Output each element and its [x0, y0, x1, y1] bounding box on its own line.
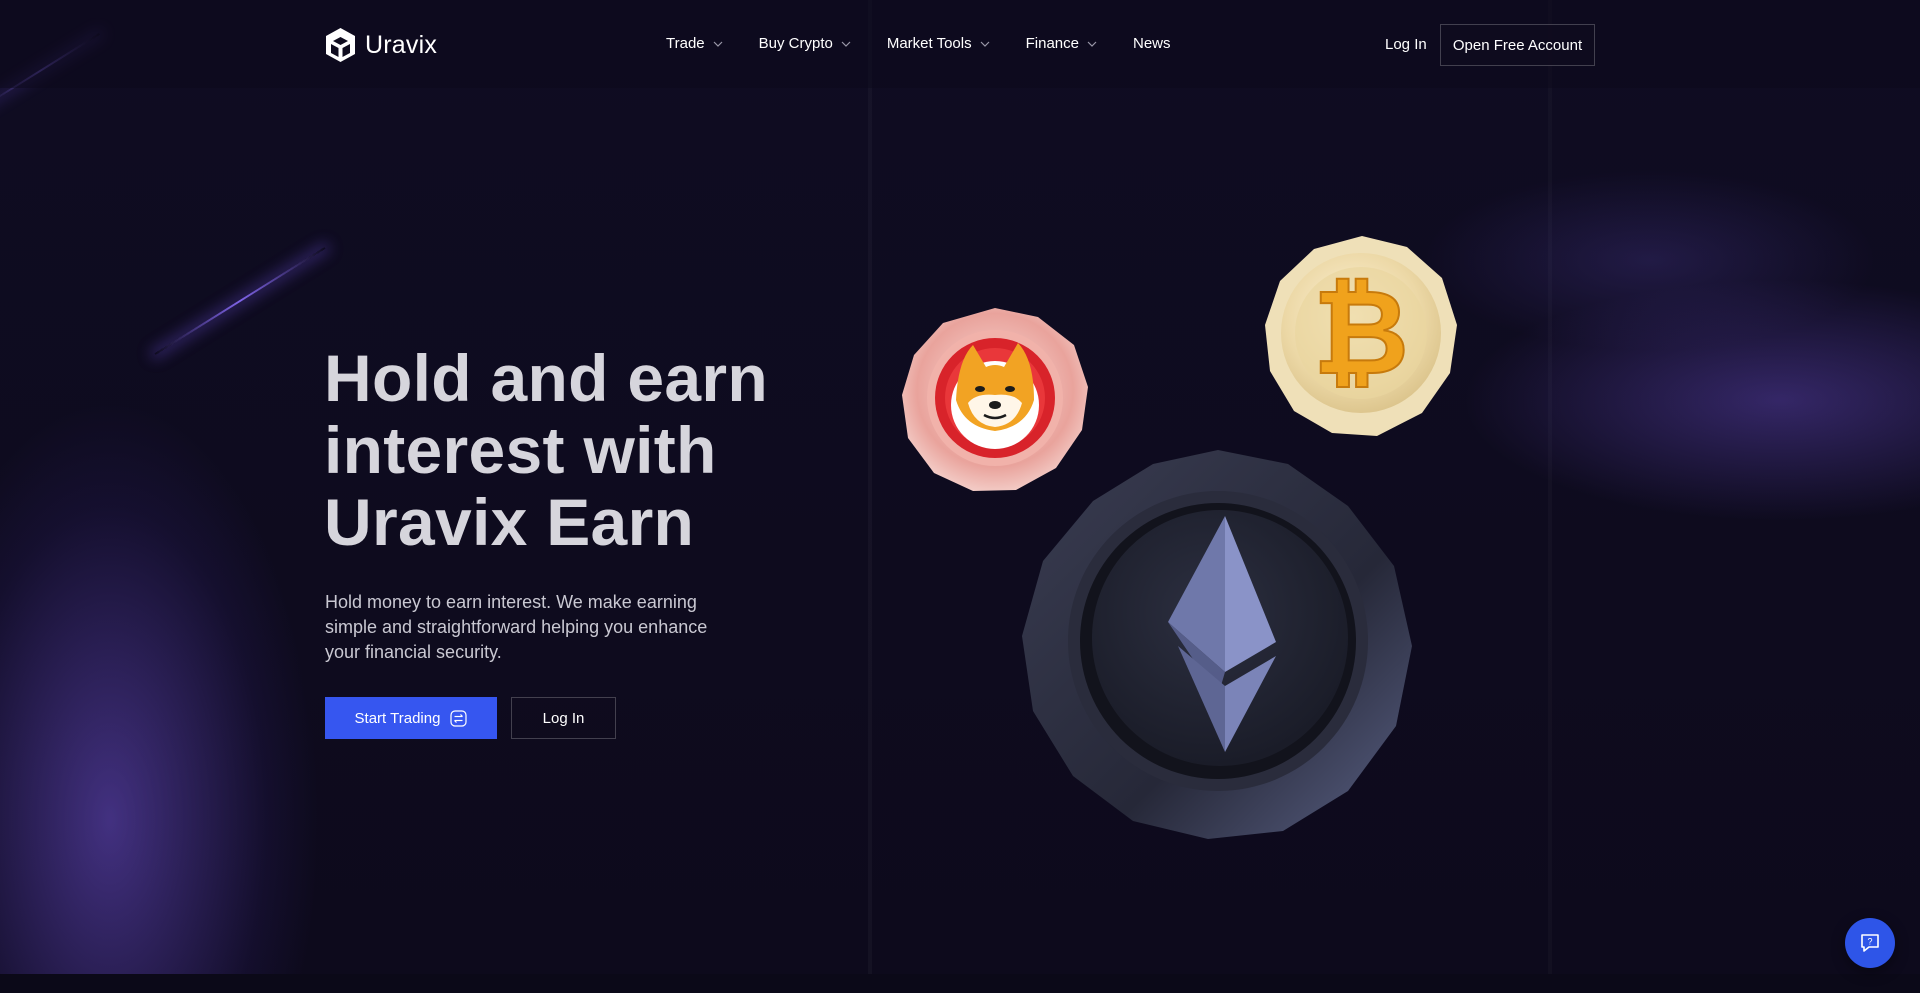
background-panels: [0, 0, 1920, 993]
header-login-link[interactable]: Log In: [1385, 36, 1427, 53]
nav-item-label: News: [1132, 35, 1171, 52]
chevron-down-icon: [713, 41, 723, 47]
svg-text:₿: ₿: [1313, 267, 1409, 399]
hero-title-line: Uravix Earn: [324, 485, 695, 559]
open-free-account-button[interactable]: Open Free Account: [1440, 24, 1595, 66]
hero-title-line: Hold and earn: [324, 341, 768, 415]
brand-logo[interactable]: Uravix: [324, 27, 437, 63]
start-trading-button[interactable]: Start Trading: [325, 697, 497, 739]
hero-title: Hold and earn interest with Uravix Earn: [324, 342, 844, 558]
nav-item-label: Trade: [666, 35, 705, 52]
ethereum-coin: [1022, 450, 1412, 839]
start-trading-label: Start Trading: [354, 709, 441, 727]
brand-name: Uravix: [365, 30, 438, 59]
svg-text:?: ?: [1867, 937, 1872, 947]
hero-login-button[interactable]: Log In: [511, 697, 616, 739]
hero-title-line: interest with: [324, 413, 717, 487]
nav-item-market-tools[interactable]: Market Tools: [887, 35, 990, 52]
nav-item-trade[interactable]: Trade: [666, 35, 723, 52]
nav-item-news[interactable]: News: [1133, 35, 1171, 52]
nav-item-label: Buy Crypto: [758, 35, 833, 52]
exchange-icon: [450, 709, 468, 727]
chevron-down-icon: [1087, 41, 1097, 47]
nav-item-finance[interactable]: Finance: [1026, 35, 1097, 52]
site-header: Uravix Trade Buy Crypto Market Tools Fin…: [0, 0, 1920, 88]
main-nav: Trade Buy Crypto Market Tools Finance Ne…: [666, 35, 1207, 52]
bitcoin-coin: ₿: [1265, 236, 1457, 436]
nav-item-label: Finance: [1025, 35, 1079, 52]
chat-help-icon: ?: [1861, 934, 1879, 952]
bottom-strip: [0, 974, 1920, 993]
chevron-down-icon: [980, 41, 990, 47]
chat-help-button[interactable]: ?: [1845, 918, 1895, 968]
hero-subtitle: Hold money to earn interest. We make ear…: [325, 592, 708, 662]
cube-logo-icon: [326, 28, 355, 62]
nav-item-label: Market Tools: [886, 35, 972, 52]
nav-item-buy-crypto[interactable]: Buy Crypto: [759, 35, 851, 52]
chevron-down-icon: [841, 41, 851, 47]
